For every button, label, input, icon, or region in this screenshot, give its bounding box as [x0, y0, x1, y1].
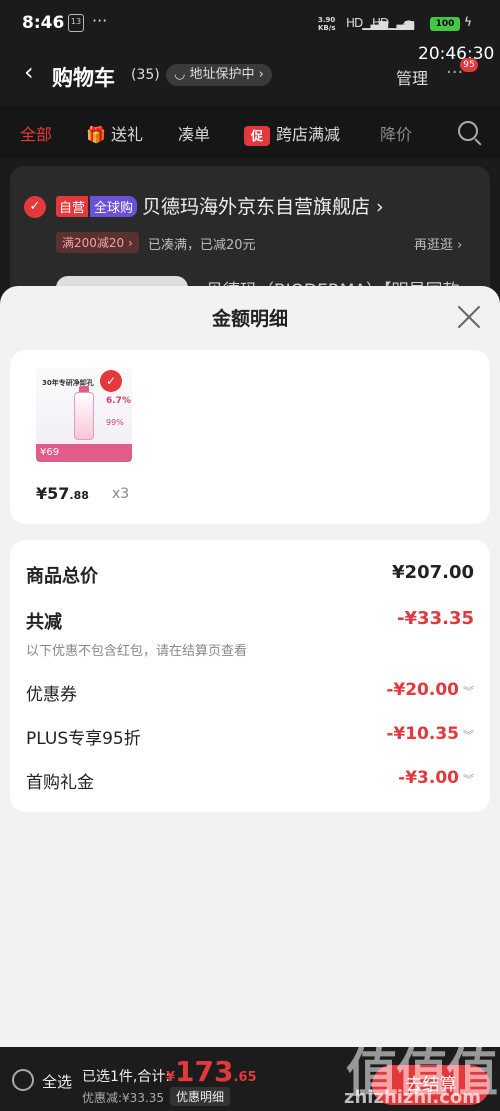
image-percent-1: 6.7% — [106, 396, 131, 406]
discount-note: 以下优惠不包含红包，请在结算页查看 — [26, 644, 248, 659]
discount-label: 首购礼金 — [26, 773, 94, 793]
global-tag: 全球购 — [90, 196, 138, 217]
tab-cross-store[interactable]: 促跨店满减 — [244, 121, 340, 146]
address-protection-button[interactable]: ◡ 地址保护中 › — [166, 64, 272, 86]
page-title: 购物车 — [52, 66, 115, 90]
shop-check-icon[interactable]: ✓ — [24, 196, 46, 218]
amount-detail-sheet: 金额明细 30年专研净卸孔 6.7% 99% ✓ ¥69 ¥57.88 x3 商… — [0, 286, 500, 1111]
watermark-url: zhizhizhi.com — [344, 1087, 482, 1108]
self-operated-tag: 自营 — [56, 196, 89, 217]
selected-total: ¥173.65 — [166, 1055, 257, 1088]
wifi-icon: ◠ — [402, 16, 415, 34]
cart-count: (35) — [131, 67, 160, 83]
product-image[interactable]: 30年专研净卸孔 6.7% 99% ✓ ¥69 — [36, 368, 132, 462]
notification-icon: 13 — [68, 14, 84, 32]
more-notifications-icon: ··· — [92, 11, 108, 30]
status-time: 8:46 — [22, 13, 65, 33]
image-percent-2: 99% — [106, 418, 124, 427]
total-value: ¥207.00 — [392, 562, 474, 583]
reduce-value: -¥33.35 — [397, 608, 474, 629]
tab-all[interactable]: 全部 — [20, 121, 52, 145]
charging-icon: ϟ — [464, 15, 472, 29]
close-icon[interactable] — [456, 304, 482, 330]
selected-info: 已选1件,合计: — [82, 1069, 171, 1085]
tab-bundle[interactable]: 凑单 — [178, 121, 210, 145]
promo-tag-icon: 促 — [244, 126, 270, 146]
tab-gift[interactable]: 🎁 送礼 — [86, 121, 143, 145]
discount-summary: 优惠减:¥33.35 — [82, 1091, 165, 1105]
chevron-down-icon: ︾ — [463, 773, 474, 786]
bottle-shape — [74, 392, 94, 440]
battery-icon: 100 — [430, 17, 460, 31]
promo-status: 已凑满，已减20元 — [148, 238, 256, 253]
filter-tabs: 全部 🎁 送礼 凑单 促跨店满减 降价 — [0, 106, 500, 158]
promo-badge[interactable]: 满200减20 › — [56, 232, 139, 253]
network-speed: 3.90 KB/s — [318, 16, 336, 32]
back-icon[interactable]: ‹ — [24, 58, 34, 86]
discount-value: -¥20.00 ︾ — [386, 680, 474, 700]
cart-header: ‹ 购物车 (35) ◡ 地址保护中 › 管理 ··· 95 — [0, 52, 500, 98]
quantity: x3 — [112, 486, 130, 502]
shop-name[interactable]: 贝德玛海外京东自营旗舰店 › — [142, 192, 384, 219]
discount-label: PLUS专享95折 — [26, 729, 141, 749]
unit-price: ¥57.88 — [36, 484, 89, 503]
status-bar: 8:46 13 ··· 3.90 KB/s HD▁▃▅ HD▁▃▅ ◠ 100 ϟ — [0, 0, 500, 48]
gift-icon: 🎁 — [86, 125, 106, 144]
checkout-bar: 全选 已选1件,合计: ¥173.65 优惠减:¥33.35 优惠明细 去结算 … — [0, 1044, 500, 1111]
reduce-label: 共减 — [26, 612, 62, 633]
shop-card: ✓ 自营 全球购 贝德玛海外京东自营旗舰店 › 满200减20 › 已凑满，已减… — [10, 166, 490, 306]
discount-label: 优惠券 — [26, 685, 77, 705]
select-all-checkbox[interactable] — [12, 1069, 34, 1091]
product-card: 30年专研净卸孔 6.7% 99% ✓ ¥69 ¥57.88 x3 — [10, 350, 490, 524]
price-summary-card: 商品总价 ¥207.00 共减 -¥33.35 以下优惠不包含红包，请在结算页查… — [10, 540, 490, 812]
message-badge: 95 — [460, 58, 478, 72]
discount-value: -¥3.00 ︾ — [398, 768, 474, 788]
image-price-tag: ¥69 — [36, 444, 132, 462]
total-label: 商品总价 — [26, 566, 98, 587]
browse-more-link[interactable]: 再逛逛 › — [414, 234, 462, 253]
sheet-title: 金额明细 — [211, 308, 288, 330]
manage-button[interactable]: 管理 — [396, 65, 428, 89]
chevron-down-icon: ︾ — [463, 685, 474, 698]
select-all-label[interactable]: 全选 — [42, 1071, 72, 1092]
selected-check-icon: ✓ — [100, 370, 122, 392]
discount-detail-button[interactable]: 优惠明细 — [170, 1087, 231, 1106]
discount-value: -¥10.35 ︾ — [386, 724, 474, 744]
chevron-down-icon: ︾ — [463, 729, 474, 742]
search-icon[interactable] — [458, 121, 478, 141]
tab-price-drop[interactable]: 降价 — [380, 121, 412, 145]
